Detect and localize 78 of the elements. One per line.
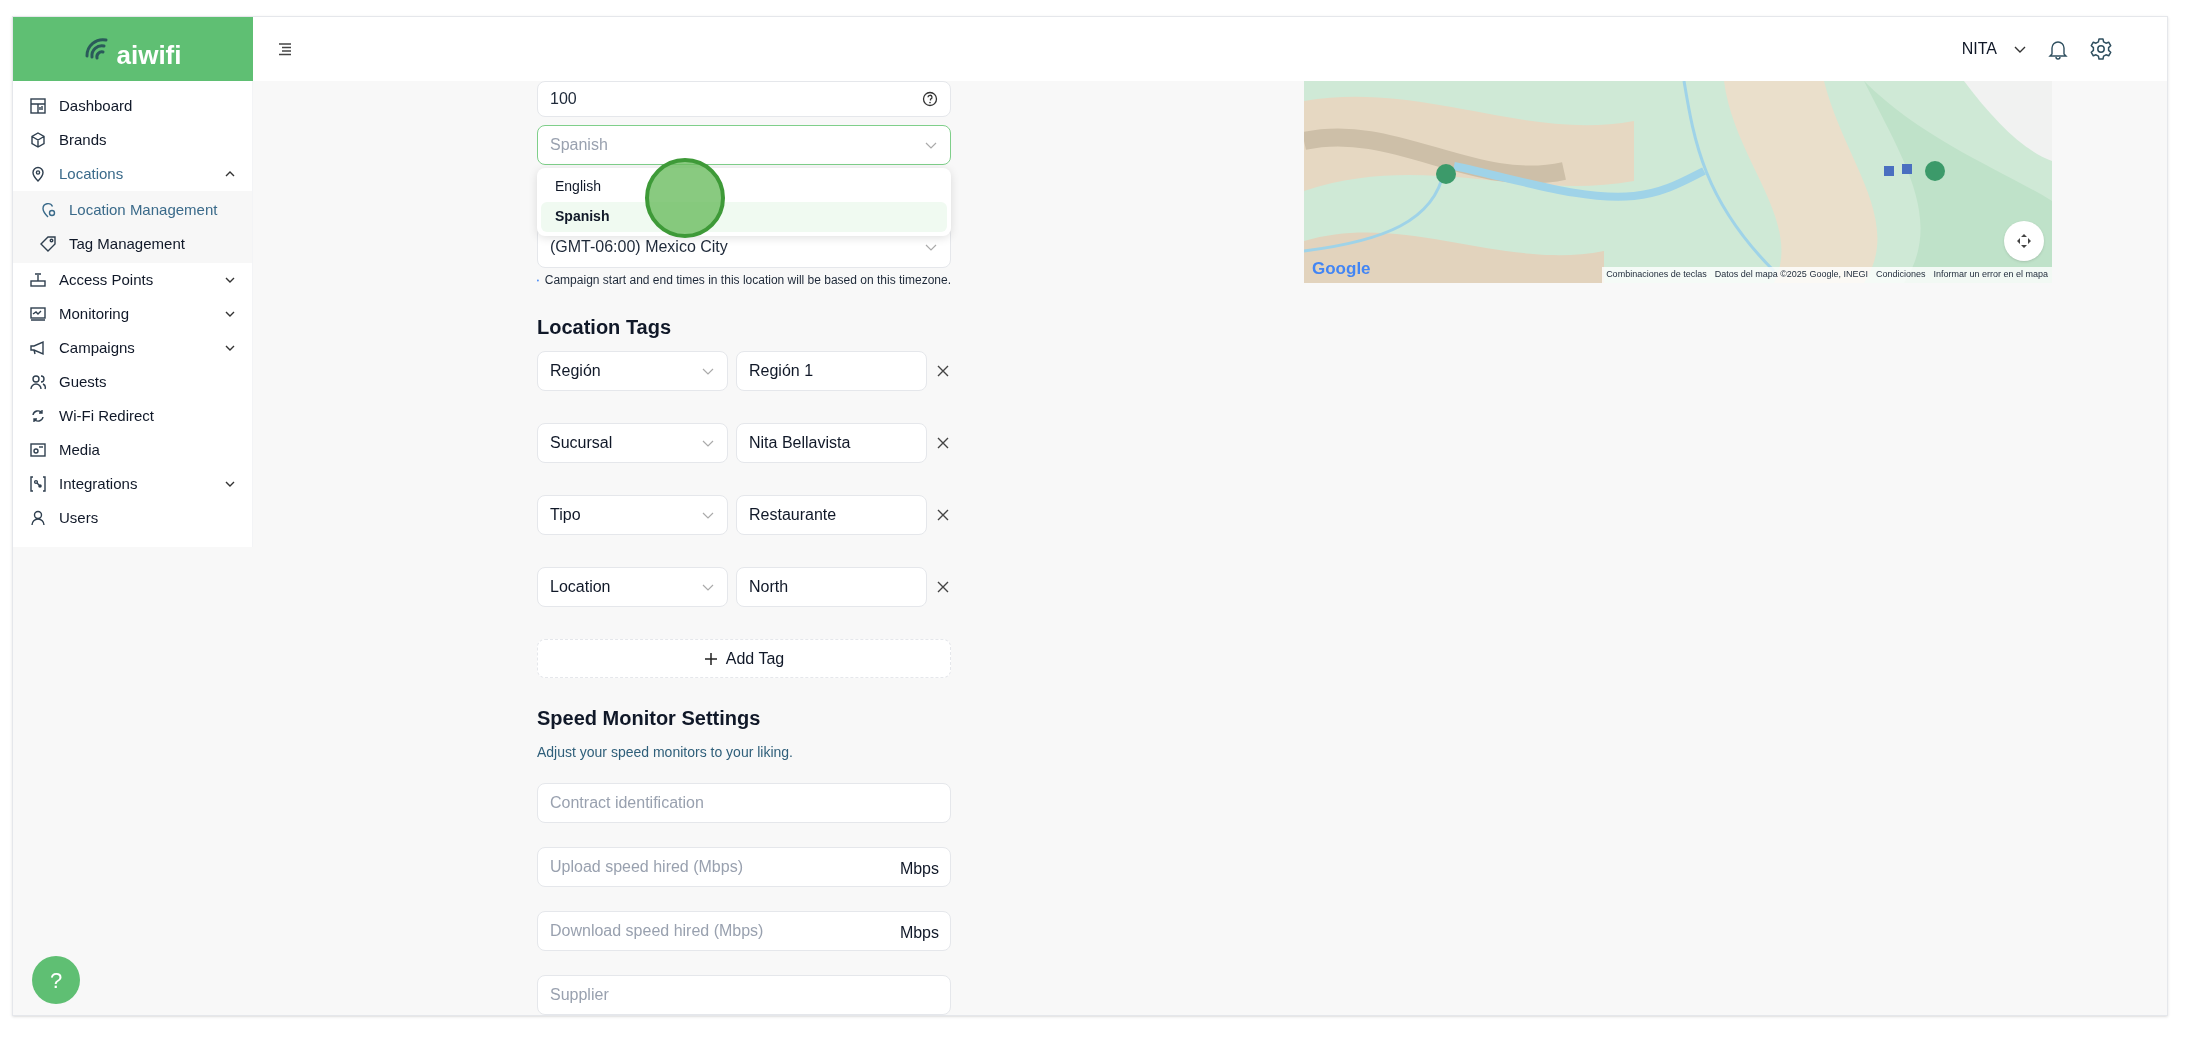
remove-tag-button[interactable] — [936, 436, 950, 451]
expand-arrows-icon — [2015, 232, 2033, 250]
tag-key-select[interactable]: Location — [537, 567, 728, 608]
chevron-down-icon — [701, 366, 715, 377]
chevron-down-icon — [924, 242, 938, 253]
input-field[interactable]: Contract identification — [537, 783, 951, 823]
remove-tag-button[interactable] — [936, 508, 950, 523]
chevron-down-icon — [701, 510, 715, 521]
refresh-icon — [29, 407, 47, 425]
remove-tag-button[interactable] — [936, 364, 950, 379]
chevron-up-icon — [224, 169, 236, 179]
chevron-down-icon — [224, 479, 236, 489]
sidebar-subitem[interactable]: Tag Management — [13, 227, 252, 261]
map-attribution-link[interactable]: Datos del mapa ©2025 Google, INEGI — [1710, 268, 1872, 282]
sidebar-item[interactable]: Access Points — [13, 263, 252, 297]
timezone-note: Campaign start and end times in this location will be based on this timezone. — [544, 272, 951, 290]
megaphone-icon — [29, 339, 47, 357]
chevron-down-icon — [224, 309, 236, 319]
close-icon — [936, 364, 950, 379]
sidebar-item[interactable]: Dashboard — [13, 89, 252, 123]
close-icon — [936, 580, 950, 595]
tag-value-field[interactable]: Nita Bellavista — [736, 423, 927, 464]
media-icon — [29, 441, 47, 459]
map[interactable]: Google Combinaciones de teclas Datos del mapa ©2025 Google, INEGI Condiciones Informar un error en el mapa — [1304, 81, 2052, 283]
tag-value-field[interactable]: North — [736, 567, 927, 608]
cube-icon — [29, 131, 47, 149]
dashboard-icon — [29, 97, 47, 115]
chevron-down-icon — [701, 582, 715, 593]
section-heading: Speed Monitor Settings — [537, 706, 762, 730]
chevron-down-icon — [224, 343, 236, 353]
tag-key-select[interactable]: Tipo — [537, 495, 728, 536]
chevron-down-icon — [224, 275, 236, 285]
location-gear-icon — [39, 201, 57, 219]
map-attribution-link[interactable]: Condiciones — [1871, 268, 1930, 282]
sidebar-item[interactable]: Media — [13, 433, 252, 467]
close-icon — [936, 508, 950, 523]
tag-key-select[interactable]: Sucursal — [537, 423, 728, 464]
unit-label: Mbps — [899, 859, 939, 879]
input-field[interactable]: Supplier — [537, 975, 951, 1015]
tag-value-field[interactable]: Región 1 — [736, 351, 927, 392]
location-pin-icon — [29, 165, 47, 183]
plus-icon — [703, 651, 718, 666]
sidebar-subitem[interactable]: Location Management — [13, 193, 252, 227]
tag-key-select[interactable]: Región — [537, 351, 728, 392]
router-icon — [29, 271, 47, 289]
integration-icon — [29, 475, 47, 493]
section-subtitle: Adjust your speed monitors to your liking. — [537, 743, 794, 762]
sidebar-item[interactable]: Wi-Fi Redirect — [13, 399, 252, 433]
chevron-down-icon — [701, 438, 715, 449]
section-heading: Location Tags — [537, 315, 673, 340]
map-attribution-link[interactable]: Combinaciones de teclas — [1602, 268, 1711, 282]
sidebar-item[interactable]: Integrations — [13, 467, 252, 501]
tag-value-field[interactable]: Restaurante — [736, 495, 927, 536]
unit-label: Mbps — [899, 923, 939, 943]
tag-icon — [39, 235, 57, 253]
close-icon — [936, 436, 950, 451]
add-tag-button[interactable]: Add Tag — [537, 639, 951, 678]
people-icon — [29, 373, 47, 391]
monitor-icon — [29, 305, 47, 323]
help-circle-icon — [922, 90, 938, 107]
sidebar-item[interactable]: Locations — [13, 157, 252, 191]
remove-tag-button[interactable] — [936, 580, 950, 595]
sidebar-item[interactable]: Brands — [13, 123, 252, 157]
map-logo: Google — [1312, 257, 1371, 280]
sidebar-item[interactable]: Users — [13, 501, 252, 535]
user-menu[interactable]: NITA — [1961, 37, 2027, 61]
person-icon — [29, 509, 47, 527]
sidebar-item[interactable]: Monitoring — [13, 297, 252, 331]
sidebar-item[interactable]: Campaigns — [13, 331, 252, 365]
map-attribution-link[interactable]: Informar un error en el mapa — [1929, 268, 2052, 282]
settings-icon[interactable] — [2089, 37, 2113, 61]
menu-icon[interactable] — [277, 42, 293, 56]
dropdown-option[interactable]: English — [541, 171, 947, 202]
sidebar-item[interactable]: Guests — [13, 365, 252, 399]
notification-bell-icon[interactable] — [2047, 38, 2069, 60]
logo-text: aiwifi — [116, 38, 182, 72]
number-field[interactable]: 100 — [537, 81, 951, 117]
chevron-down-icon — [2013, 44, 2027, 54]
